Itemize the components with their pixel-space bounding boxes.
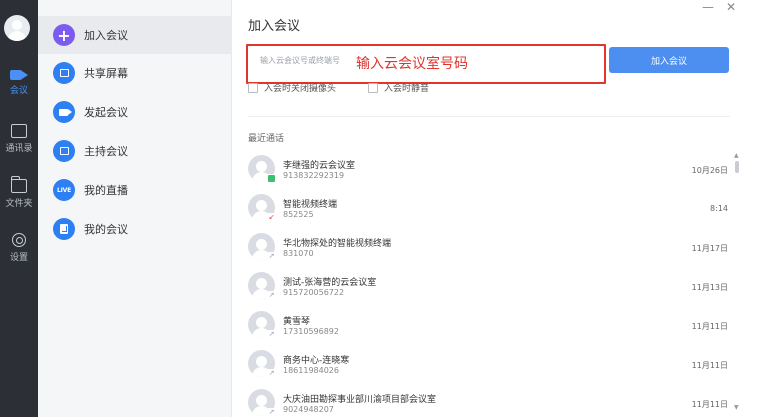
- recent-list-scrollbar[interactable]: ▲ ▼: [734, 152, 740, 412]
- menu-item-live[interactable]: LIVE 我的直播: [38, 171, 232, 209]
- mute-checkbox[interactable]: [368, 82, 378, 93]
- call-date: 11月11日: [691, 322, 728, 331]
- call-name: 商务中心-连晓寒: [283, 356, 350, 366]
- menu-item-my-meetings[interactable]: 我的会议: [38, 210, 232, 248]
- option-mute[interactable]: 入会时静音: [368, 81, 429, 94]
- menu-item-label: 共享屏幕: [84, 67, 128, 80]
- call-number: 913832292319: [283, 171, 345, 180]
- menu-item-share-screen[interactable]: 共享屏幕: [38, 54, 232, 92]
- option-camera-off[interactable]: 入会时关闭摄像头: [248, 81, 336, 94]
- rail-item-meeting[interactable]: 会议: [0, 70, 38, 96]
- call-number: 17310596892: [283, 327, 339, 336]
- rail-item-label: 设置: [9, 253, 28, 263]
- live-icon: LIVE: [53, 179, 75, 201]
- menu-item-start[interactable]: 发起会议: [38, 93, 232, 131]
- call-number: 18611984026: [283, 366, 339, 375]
- call-name: 黄雪琴: [283, 317, 311, 327]
- share-screen-icon: [53, 62, 75, 84]
- menu-item-label: 主持会议: [84, 145, 128, 158]
- call-date: 11月13日: [691, 283, 728, 292]
- list-item[interactable]: ↗ 华北物探处的智能视频终端 831070 11月17日: [232, 230, 742, 269]
- scrollbar-thumb[interactable]: [735, 161, 739, 173]
- call-date: 11月17日: [691, 244, 728, 253]
- menu-item-join[interactable]: + 加入会议: [38, 16, 232, 54]
- menu-item-label: 我的直播: [84, 184, 128, 197]
- outgoing-call-icon: ↗: [267, 408, 276, 417]
- list-item[interactable]: ↗ 商务中心-连晓寒 18611984026 11月11日: [232, 347, 742, 386]
- meeting-menu: + 加入会议 共享屏幕 发起会议 主持会议 LIVE 我的直播 我的会议: [38, 0, 232, 417]
- call-number: 831070: [283, 249, 314, 258]
- missed-call-icon: ↙: [267, 213, 276, 222]
- host-icon: [53, 140, 75, 162]
- rail-item-label: 会议: [9, 86, 28, 96]
- list-item[interactable]: ↙ 智能视频终端 852525 8:14: [232, 191, 742, 230]
- menu-item-label: 发起会议: [84, 106, 128, 119]
- recent-calls-title: 最近通话: [248, 134, 285, 144]
- page-title: 加入会议: [248, 19, 301, 34]
- meeting-id-field: 输入云会议室号码: [246, 44, 606, 84]
- list-item[interactable]: ↗ 测试-张海营的云会议室 915720056722 11月13日: [232, 269, 742, 308]
- outgoing-call-icon: ↗: [267, 291, 276, 300]
- join-meeting-button[interactable]: 加入会议: [609, 47, 729, 73]
- option-label: 入会时静音: [384, 84, 430, 94]
- call-date: 10月26日: [691, 166, 728, 175]
- scroll-up-icon[interactable]: ▲: [734, 152, 739, 159]
- call-number: 9024948207: [283, 405, 334, 414]
- video-icon: [10, 70, 28, 80]
- list-item[interactable]: 李继强的云会议室 913832292319 10月26日: [232, 152, 742, 191]
- menu-item-label: 我的会议: [84, 223, 128, 236]
- contacts-icon: [11, 124, 27, 138]
- camera-icon: [53, 101, 75, 123]
- option-label: 入会时关闭摄像头: [264, 84, 337, 94]
- rail-item-contacts[interactable]: 通讯录: [0, 124, 38, 154]
- meeting-id-input[interactable]: [260, 56, 358, 65]
- list-item[interactable]: ↗ 大庆油田勘探事业部川渝项目部会议室 9024948207 11月11日: [232, 386, 742, 417]
- highlight-annotation: 输入云会议室号码: [356, 56, 468, 72]
- rail-item-folder[interactable]: 文件夹: [0, 176, 38, 209]
- list-item[interactable]: ↗ 黄雪琴 17310596892 11月11日: [232, 308, 742, 347]
- minimize-icon[interactable]: —: [702, 0, 714, 14]
- call-date: 11月11日: [691, 400, 728, 409]
- call-name: 智能视频终端: [283, 200, 338, 210]
- rail-item-settings[interactable]: 设置: [0, 233, 38, 263]
- divider: [248, 116, 730, 117]
- call-name: 大庆油田勘探事业部川渝项目部会议室: [283, 395, 437, 405]
- camera-off-checkbox[interactable]: [248, 82, 258, 93]
- plus-icon: +: [53, 24, 75, 46]
- menu-item-label: 加入会议: [84, 29, 128, 42]
- scroll-down-icon[interactable]: ▼: [734, 404, 739, 411]
- call-name: 测试-张海营的云会议室: [283, 278, 377, 288]
- outgoing-call-icon: ↗: [267, 252, 276, 261]
- call-number: 915720056722: [283, 288, 345, 297]
- my-meeting-icon: [53, 218, 75, 240]
- call-date: 8:14: [710, 204, 728, 213]
- user-avatar[interactable]: [4, 15, 30, 41]
- menu-item-host[interactable]: 主持会议: [38, 132, 232, 170]
- folder-icon: [10, 176, 27, 193]
- main-panel: 加入会议 — ✕ 输入云会议室号码 加入会议 入会时关闭摄像头 入会时静音 最近…: [232, 0, 774, 417]
- close-icon[interactable]: ✕: [726, 0, 736, 14]
- settings-icon: [12, 233, 26, 247]
- call-number: 852525: [283, 210, 314, 219]
- rail-item-label: 通讯录: [5, 144, 33, 154]
- call-name: 华北物探处的智能视频终端: [283, 239, 392, 249]
- call-name: 李继强的云会议室: [283, 161, 356, 171]
- rail-item-label: 文件夹: [5, 199, 33, 209]
- left-rail: 会议 通讯录 文件夹 设置: [0, 0, 38, 417]
- room-status-icon: [267, 174, 276, 183]
- call-date: 11月11日: [691, 361, 728, 370]
- outgoing-call-icon: ↗: [267, 369, 276, 378]
- outgoing-call-icon: ↗: [267, 330, 276, 339]
